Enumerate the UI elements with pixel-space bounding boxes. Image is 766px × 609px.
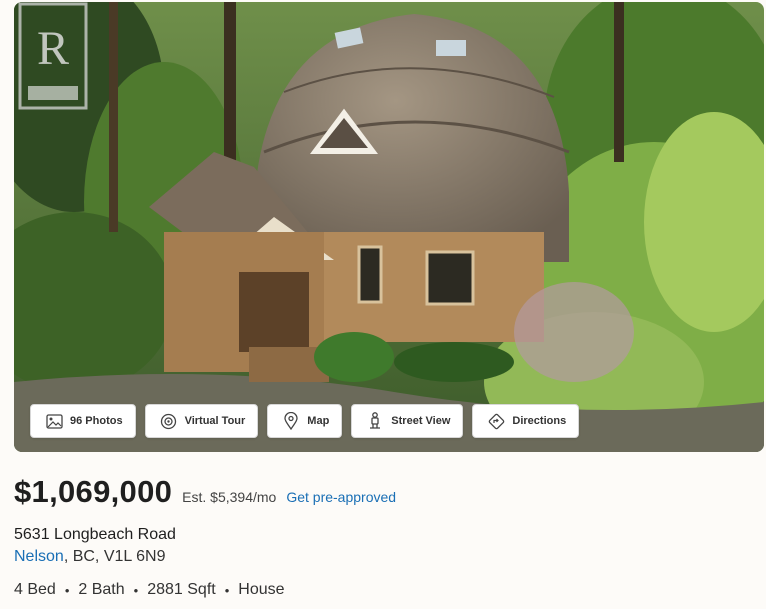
fact-separator: • — [224, 582, 230, 598]
photos-button[interactable]: 96 Photos — [30, 404, 136, 438]
square-footage: 2881 Sqft — [147, 581, 216, 598]
brokerage-logo: R — [14, 2, 96, 112]
virtual-tour-icon — [160, 412, 178, 430]
get-preapproved-link[interactable]: Get pre-approved — [286, 489, 396, 505]
monthly-estimate: Est. $5,394/mo — [182, 489, 277, 505]
listing-price: $1,069,000 — [14, 474, 173, 509]
dome-house-photo — [14, 2, 764, 452]
street-view-icon — [366, 412, 384, 430]
street-view-label: Street View — [391, 415, 451, 427]
directions-icon — [487, 412, 505, 430]
city-link[interactable]: Nelson — [14, 548, 64, 565]
street-address: 5631 Longbeach Road — [14, 526, 176, 543]
fact-separator: • — [133, 582, 139, 598]
map-pin-icon — [282, 412, 300, 430]
city-line: Nelson, BC, V1L 6N9 — [14, 548, 166, 566]
map-label: Map — [307, 415, 330, 427]
photo-action-bar: 96 Photos Virtual Tour Map Street View D… — [30, 404, 580, 438]
photos-icon — [45, 412, 63, 430]
photos-label: 96 Photos — [70, 415, 123, 427]
baths-count: 2 Bath — [78, 581, 125, 598]
map-button[interactable]: Map — [267, 404, 343, 438]
region-postal: , BC, V1L 6N9 — [63, 548, 166, 565]
virtual-tour-label: Virtual Tour — [184, 415, 246, 427]
street-view-button[interactable]: Street View — [351, 404, 464, 438]
beds-count: 4 Bed — [14, 581, 56, 598]
price-row: $1,069,000 Est. $5,394/mo Get pre-approv… — [14, 474, 396, 510]
fact-separator: • — [64, 582, 70, 598]
property-type: House — [238, 581, 285, 598]
directions-label: Directions — [512, 415, 567, 427]
svg-text:R: R — [37, 22, 69, 75]
directions-button[interactable]: Directions — [472, 404, 580, 438]
virtual-tour-button[interactable]: Virtual Tour — [144, 404, 259, 438]
listing-photo[interactable]: R 96 Photos Virtual Tour Map Street View… — [14, 2, 764, 452]
property-facts: 4 Bed • 2 Bath • 2881 Sqft • House — [14, 581, 285, 599]
